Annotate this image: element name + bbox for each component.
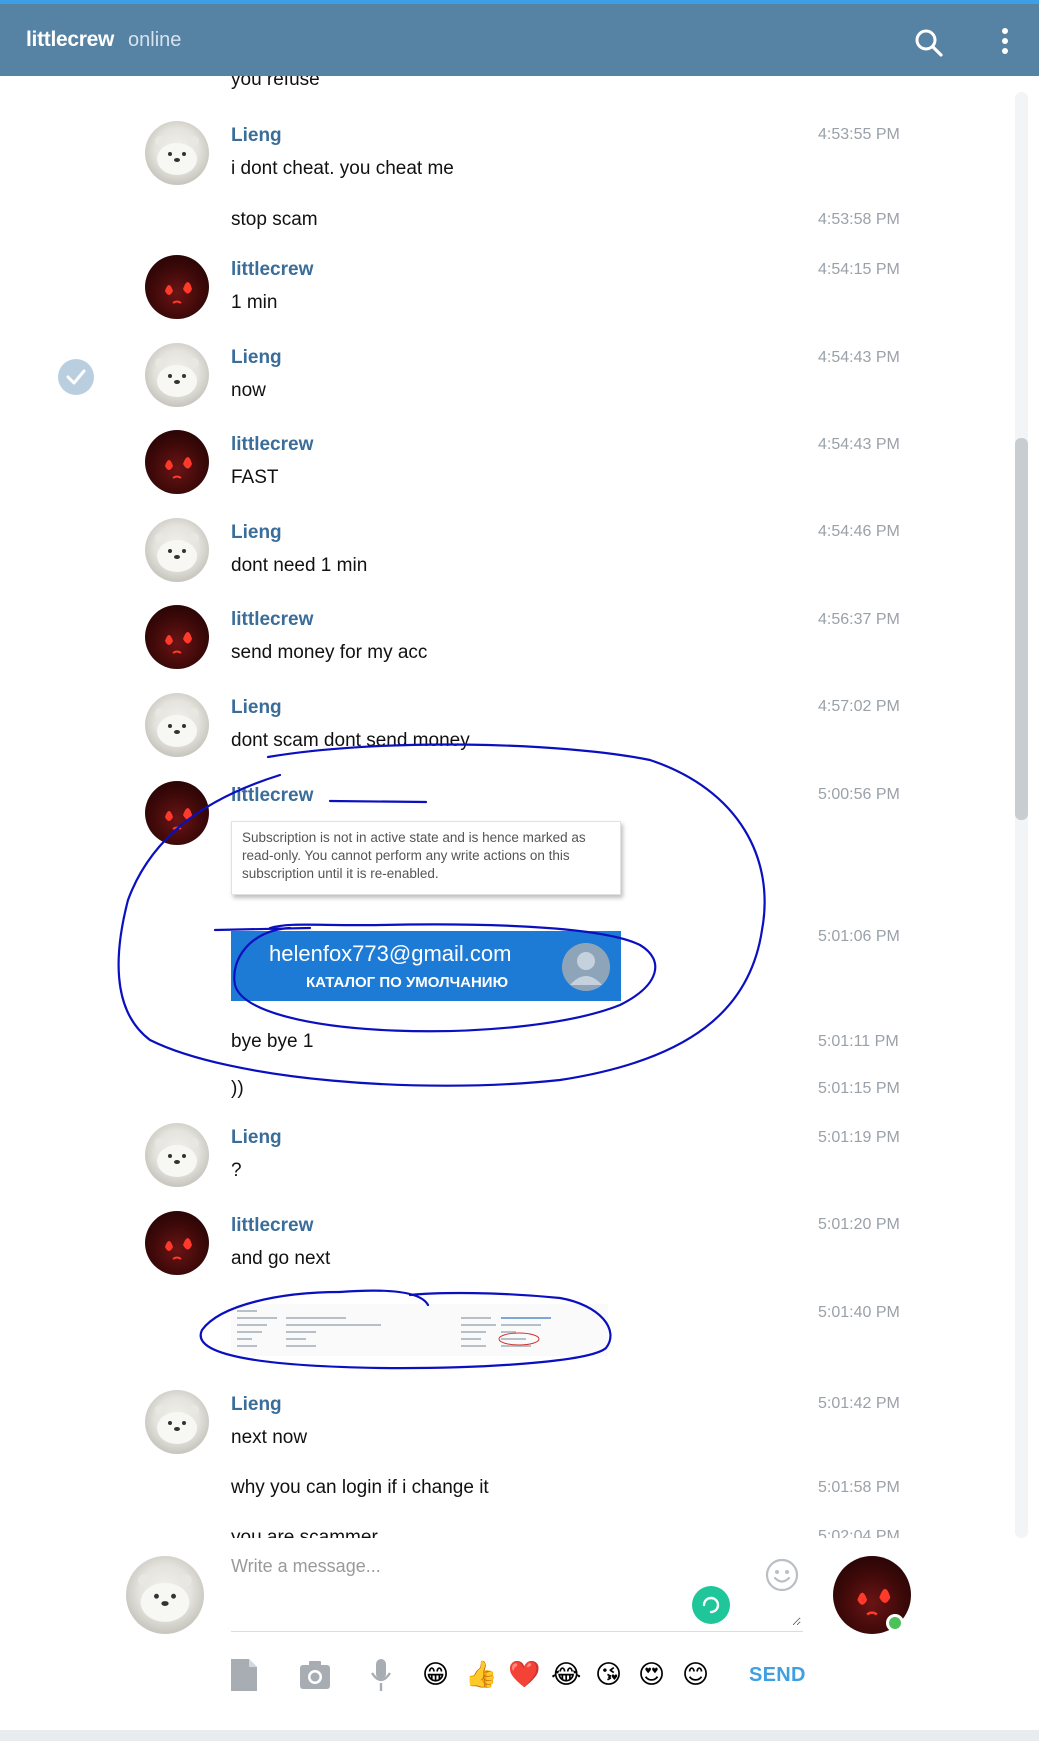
message-composer: 😁 👍 ❤️ 😂 😘 😍 😊 SEND [0,1538,1039,1741]
peer-status: online [128,29,182,51]
avatar[interactable] [145,1390,209,1454]
message-text: 1 min [231,292,278,313]
message-time: 5:01:06 PM [818,928,900,945]
sender-name[interactable]: Lieng [231,697,282,719]
emoji-heart[interactable]: ❤️ [508,1659,540,1691]
attach-file-icon[interactable] [229,1657,259,1693]
peer-name[interactable]: littlecrew [26,28,114,52]
emoji-grin[interactable]: 😁 [422,1659,449,1691]
sender-name[interactable]: littlecrew [231,434,313,456]
avatar[interactable] [145,605,209,669]
emoji-picker-icon[interactable] [765,1558,799,1592]
message-text: FAST [231,467,279,488]
avatar[interactable] [145,255,209,319]
online-indicator [886,1614,904,1632]
my-avatar[interactable] [126,1556,204,1634]
message-text: you are scammer [231,1527,378,1538]
chat-header: littlecrew online [0,4,1039,76]
message-time: 5:01:40 PM [818,1304,900,1321]
user-avatar-icon [562,943,610,991]
selected-check-icon[interactable] [57,358,95,396]
avatar[interactable] [145,343,209,407]
message-time: 4:54:43 PM [818,349,900,366]
sender-name[interactable]: littlecrew [231,785,313,807]
message-time: 4:54:46 PM [818,523,900,540]
avatar[interactable] [145,1123,209,1187]
emoji-kiss[interactable]: 😘 [595,1659,622,1691]
message-text: i dont cheat. you cheat me [231,158,454,179]
message-time: 5:00:56 PM [818,786,900,803]
avatar[interactable] [145,518,209,582]
sender-name[interactable]: littlecrew [231,609,313,631]
message-text: next now [231,1427,308,1448]
message-time: 5:01:42 PM [818,1395,900,1412]
message-time: 4:53:55 PM [818,126,900,143]
send-button[interactable]: SEND [749,1664,806,1687]
window-bottom-border [0,1730,1039,1741]
avatar[interactable] [145,781,209,845]
avatar[interactable] [145,693,209,757]
message-text: you refuse [231,76,320,90]
message-time: 4:54:43 PM [818,436,900,453]
scrollbar-thumb[interactable] [1015,438,1028,820]
message-text: bye bye 1 [231,1031,314,1052]
message-time: 5:01:19 PM [818,1129,900,1146]
message-time: 4:54:15 PM [818,261,900,278]
message-time: 5:02:04 PM [818,1528,900,1538]
sender-name[interactable]: littlecrew [231,259,313,281]
emoji-thumbs-up[interactable]: 👍 [465,1659,497,1691]
message-time: 4:57:02 PM [818,698,900,715]
message-time: 5:01:11 PM [818,1033,899,1050]
sender-name[interactable]: Lieng [231,347,282,369]
avatar[interactable] [145,1211,209,1275]
message-text: dont need 1 min [231,555,368,576]
sender-name[interactable]: Lieng [231,1127,282,1149]
message-time: 5:01:15 PM [818,1080,900,1097]
subscription-notice-image[interactable]: Subscription is not in active state and … [231,821,621,895]
emoji-smile[interactable]: 😊 [682,1659,709,1691]
emoji-heart-eyes[interactable]: 😍 [638,1659,665,1691]
subscription-details-image[interactable] [231,1304,608,1356]
sender-name[interactable]: Lieng [231,1394,282,1416]
message-time: 5:01:58 PM [818,1479,900,1496]
message-history[interactable]: you refuse Lieng i dont cheat. you cheat… [0,76,1039,1538]
account-email: helenfox773@gmail.com [269,941,512,966]
emoji-joy[interactable]: 😂 [551,1659,581,1691]
message-time: 4:53:58 PM [818,211,900,228]
message-text: dont scam dont send money [231,730,470,751]
message-time: 5:01:20 PM [818,1216,900,1233]
attach-photo-icon[interactable] [298,1657,332,1693]
loading-spinner-icon [692,1586,730,1624]
message-text: and go next [231,1248,331,1269]
message-text: ? [231,1160,242,1181]
message-text: why you can login if i change it [231,1477,489,1498]
message-text: )) [231,1078,244,1099]
avatar[interactable] [145,430,209,494]
sender-name[interactable]: Lieng [231,125,282,147]
more-vertical-icon[interactable] [995,26,1015,58]
microphone-icon[interactable] [369,1657,393,1693]
avatar[interactable] [145,121,209,185]
message-text: now [231,380,266,401]
account-catalog: КАТАЛОГ ПО УМОЛЧАНИЮ [306,974,509,991]
sender-name[interactable]: Lieng [231,522,282,544]
message-text: stop scam [231,209,318,230]
sender-name[interactable]: littlecrew [231,1215,313,1237]
account-card-image[interactable]: helenfox773@gmail.com КАТАЛОГ ПО УМОЛЧАН… [231,931,621,1001]
input-underline [231,1631,803,1632]
message-time: 4:56:37 PM [818,611,900,628]
message-text: send money for my acc [231,642,428,663]
search-icon[interactable] [914,28,944,58]
